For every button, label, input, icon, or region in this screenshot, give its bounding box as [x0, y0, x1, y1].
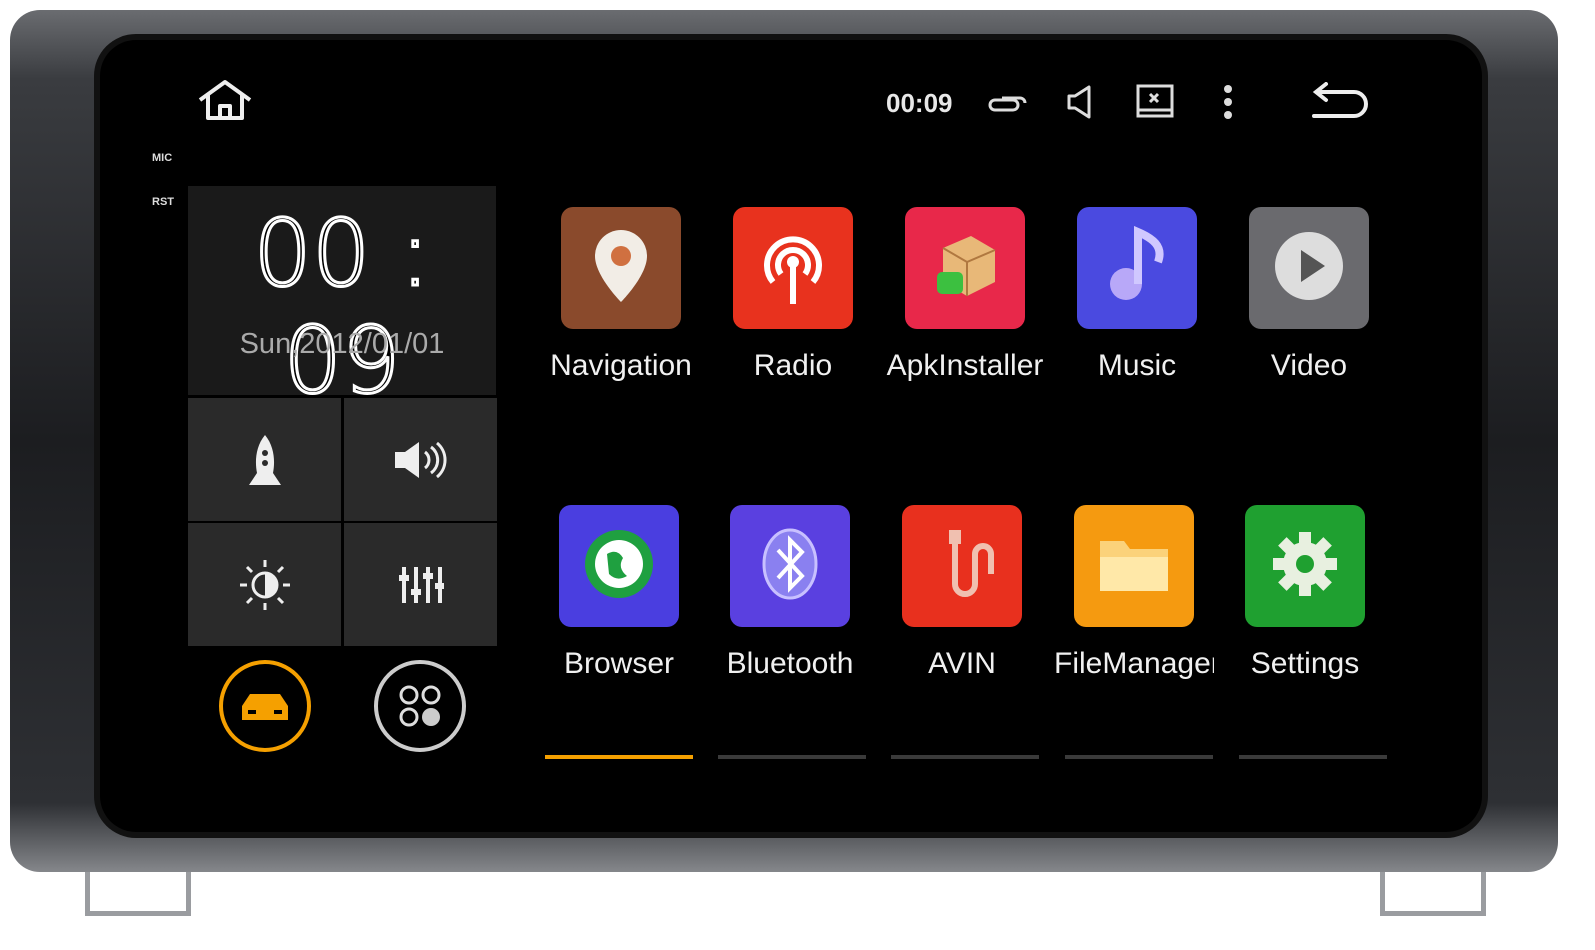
speaker-icon: [394, 441, 447, 478]
bluetooth-icon: [750, 524, 830, 609]
all-apps-button[interactable]: [374, 660, 466, 752]
rocket-button[interactable]: [188, 398, 341, 521]
app-apkinstaller[interactable]: ApkInstaller: [880, 207, 1050, 383]
app-navigation[interactable]: Navigation: [536, 207, 706, 383]
app-tile[interactable]: [902, 505, 1022, 627]
app-label: Bluetooth: [726, 647, 854, 680]
app-tile[interactable]: [905, 207, 1025, 329]
rocket-icon: [248, 434, 281, 485]
play-icon: [1269, 226, 1349, 311]
equalizer-icon: [398, 566, 444, 603]
app-video[interactable]: Video: [1224, 207, 1394, 383]
app-tile[interactable]: [733, 207, 853, 329]
car-icon: [242, 694, 288, 720]
music-note-icon: [1102, 225, 1172, 311]
app-settings[interactable]: Settings: [1220, 505, 1390, 681]
screenshot-icon[interactable]: [1136, 84, 1174, 120]
app-label: Video: [1270, 349, 1348, 382]
app-label: ApkInstaller: [886, 349, 1044, 382]
app-label: Music: [1097, 349, 1177, 382]
menu-icon[interactable]: [1220, 84, 1236, 120]
app-label: Settings: [1250, 647, 1360, 680]
gear-icon: [1265, 524, 1345, 609]
multitask-icon[interactable]: [988, 92, 1028, 114]
clock-widget[interactable]: 00 : 09 Sun,2012/01/01: [188, 186, 496, 416]
app-tile[interactable]: [1245, 505, 1365, 627]
app-label: FileManager: [1054, 647, 1214, 680]
app-avin[interactable]: AVIN: [877, 505, 1047, 681]
app-tile[interactable]: [1249, 207, 1369, 329]
equalizer-button[interactable]: [344, 523, 497, 646]
page-indicator-4[interactable]: [1065, 755, 1213, 759]
app-filemanager[interactable]: FileManager: [1049, 505, 1219, 681]
page-indicator-2[interactable]: [718, 755, 866, 759]
app-music[interactable]: Music: [1052, 207, 1222, 383]
app-tile[interactable]: [1074, 505, 1194, 627]
volume-icon[interactable]: [1065, 84, 1095, 120]
app-tile[interactable]: [730, 505, 850, 627]
brightness-button[interactable]: [188, 523, 341, 646]
package-icon: [925, 226, 1005, 311]
mic-label: MIC: [152, 152, 173, 164]
map-pin-icon: [589, 226, 653, 311]
radio-antenna-icon: [753, 226, 833, 311]
rst-label: RST: [152, 196, 174, 208]
volume-button[interactable]: [344, 398, 497, 521]
apps-grid-icon: [399, 685, 441, 727]
page-indicator-5[interactable]: [1239, 755, 1387, 759]
app-label: AVIN: [928, 647, 996, 680]
clock-date: Sun,2012/01/01: [239, 328, 445, 360]
back-icon[interactable]: [1310, 82, 1370, 122]
folder-icon: [1094, 529, 1174, 604]
app-browser[interactable]: Browser: [534, 505, 704, 681]
brightness-icon: [239, 559, 290, 610]
page-indicator-1[interactable]: [545, 755, 693, 759]
app-label: Navigation: [550, 349, 692, 382]
car-button[interactable]: [219, 660, 311, 752]
app-bluetooth[interactable]: Bluetooth: [705, 505, 875, 681]
clock-time: 00 : 09: [252, 199, 432, 416]
home-icon[interactable]: [196, 78, 254, 122]
app-label: Browser: [563, 647, 675, 680]
avin-plug-icon: [927, 524, 997, 609]
app-label: Radio: [753, 349, 833, 382]
globe-icon: [579, 524, 659, 609]
app-radio[interactable]: Radio: [708, 207, 878, 383]
app-tile[interactable]: [559, 505, 679, 627]
mount-bracket-left: [85, 872, 191, 916]
page-indicator-3[interactable]: [891, 755, 1039, 759]
status-time: 00:09: [886, 88, 953, 118]
app-tile[interactable]: [561, 207, 681, 329]
app-tile[interactable]: [1077, 207, 1197, 329]
mount-bracket-right: [1380, 872, 1486, 916]
